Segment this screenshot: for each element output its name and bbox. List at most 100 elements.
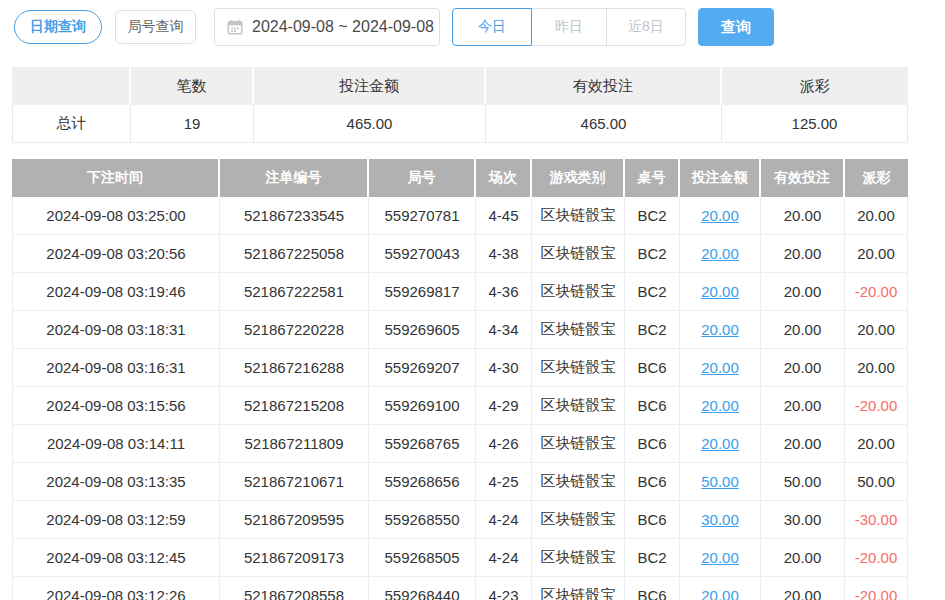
payout-cell: -20.00 [845, 577, 908, 600]
payout-cell: -20.00 [845, 539, 908, 577]
bet-amount-link[interactable]: 20.00 [701, 397, 739, 414]
valid-bet-cell: 20.00 [761, 273, 845, 311]
game-type-cell: 区块链骰宝 [532, 197, 625, 235]
bet-amount-link[interactable]: 20.00 [701, 359, 739, 376]
session-cell: 4-26 [476, 425, 532, 463]
search-button[interactable]: 查询 [698, 8, 774, 46]
session-cell: 4-24 [476, 539, 532, 577]
bet-amount-link[interactable]: 20.00 [701, 587, 739, 600]
valid-bet-cell: 20.00 [761, 539, 845, 577]
bet-amount-cell: 20.00 [680, 273, 761, 311]
session-cell: 4-23 [476, 577, 532, 600]
game-type-cell: 区块链骰宝 [532, 273, 625, 311]
payout-cell: 50.00 [845, 463, 908, 501]
last-8-days-button[interactable]: 近8日 [606, 8, 686, 46]
header-bet-amount: 投注金额 [680, 159, 761, 197]
bet-amount-cell: 20.00 [680, 349, 761, 387]
yesterday-button[interactable]: 昨日 [531, 8, 607, 46]
summary-header-count: 笔数 [131, 67, 254, 105]
toolbar: 日期查询 局号查询 2024-09-08 ~ 2024-09-08 今日 昨日 … [0, 0, 945, 46]
summary-total-label: 总计 [12, 105, 131, 143]
bet-amount-link[interactable]: 20.00 [701, 245, 739, 262]
valid-bet-cell: 20.00 [761, 387, 845, 425]
bet-time-cell: 2024-09-08 03:19:46 [12, 273, 220, 311]
bet-amount-cell: 50.00 [680, 463, 761, 501]
bet-id-cell: 521867216288 [220, 349, 369, 387]
bet-amount-cell: 20.00 [680, 235, 761, 273]
table-no-cell: BC2 [625, 273, 680, 311]
bet-amount-link[interactable]: 20.00 [701, 321, 739, 338]
session-cell: 4-36 [476, 273, 532, 311]
game-type-cell: 区块链骰宝 [532, 349, 625, 387]
bet-id-cell: 521867222581 [220, 273, 369, 311]
table-row: 2024-09-08 03:25:00521867233545559270781… [12, 197, 908, 235]
today-button[interactable]: 今日 [452, 8, 532, 46]
bet-id-cell: 521867208558 [220, 577, 369, 600]
header-round-id: 局号 [369, 159, 476, 197]
bet-id-cell: 521867209173 [220, 539, 369, 577]
date-query-tab[interactable]: 日期查询 [14, 10, 102, 44]
bet-amount-link[interactable]: 20.00 [701, 207, 739, 224]
payout-cell: 20.00 [845, 311, 908, 349]
bet-amount-cell: 20.00 [680, 197, 761, 235]
bet-amount-link[interactable]: 20.00 [701, 435, 739, 452]
payout-cell: 20.00 [845, 349, 908, 387]
valid-bet-cell: 30.00 [761, 501, 845, 539]
valid-bet-cell: 20.00 [761, 235, 845, 273]
bet-time-cell: 2024-09-08 03:25:00 [12, 197, 220, 235]
bet-amount-link[interactable]: 50.00 [701, 473, 739, 490]
header-game-type: 游戏类别 [532, 159, 625, 197]
bet-time-cell: 2024-09-08 03:12:59 [12, 501, 220, 539]
header-bet-id: 注单编号 [220, 159, 369, 197]
bet-amount-link[interactable]: 30.00 [701, 511, 739, 528]
summary-header-row: 笔数 投注金额 有效投注 派彩 [12, 67, 908, 105]
bet-id-cell: 521867211809 [220, 425, 369, 463]
summary-total-bet-amount: 465.00 [254, 105, 486, 143]
bet-amount-link[interactable]: 20.00 [701, 549, 739, 566]
table-no-cell: BC6 [625, 387, 680, 425]
table-no-cell: BC2 [625, 197, 680, 235]
date-range-input[interactable]: 2024-09-08 ~ 2024-09-08 [214, 8, 440, 46]
header-payout: 派彩 [845, 159, 908, 197]
table-row: 2024-09-08 03:13:35521867210671559268656… [12, 463, 908, 501]
round-id-cell: 559268550 [369, 501, 476, 539]
valid-bet-cell: 20.00 [761, 349, 845, 387]
bet-id-cell: 521867210671 [220, 463, 369, 501]
summary-total-valid-bet: 465.00 [486, 105, 722, 143]
summary-total-row: 总计 19 465.00 465.00 125.00 [12, 105, 908, 143]
bet-id-cell: 521867220228 [220, 311, 369, 349]
round-id-cell: 559269605 [369, 311, 476, 349]
table-row: 2024-09-08 03:12:59521867209595559268550… [12, 501, 908, 539]
bet-table-header-row: 下注时间 注单编号 局号 场次 游戏类别 桌号 投注金额 有效投注 派彩 [12, 159, 908, 197]
valid-bet-cell: 20.00 [761, 311, 845, 349]
game-type-cell: 区块链骰宝 [532, 577, 625, 600]
table-no-cell: BC6 [625, 463, 680, 501]
table-row: 2024-09-08 03:20:56521867225058559270043… [12, 235, 908, 273]
payout-cell: -20.00 [845, 273, 908, 311]
session-cell: 4-24 [476, 501, 532, 539]
round-id-cell: 559268440 [369, 577, 476, 600]
round-query-tab[interactable]: 局号查询 [115, 10, 196, 44]
session-cell: 4-34 [476, 311, 532, 349]
summary-header-blank [12, 67, 131, 105]
table-no-cell: BC6 [625, 349, 680, 387]
bet-time-cell: 2024-09-08 03:15:56 [12, 387, 220, 425]
table-row: 2024-09-08 03:19:46521867222581559269817… [12, 273, 908, 311]
bet-amount-cell: 20.00 [680, 387, 761, 425]
table-no-cell: BC2 [625, 539, 680, 577]
table-row: 2024-09-08 03:16:31521867216288559269207… [12, 349, 908, 387]
session-cell: 4-30 [476, 349, 532, 387]
bet-amount-cell: 20.00 [680, 425, 761, 463]
quick-range-group: 今日 昨日 近8日 [452, 8, 686, 46]
header-bet-time: 下注时间 [12, 159, 220, 197]
round-id-cell: 559268656 [369, 463, 476, 501]
table-no-cell: BC6 [625, 577, 680, 600]
bet-amount-cell: 30.00 [680, 501, 761, 539]
bet-time-cell: 2024-09-08 03:12:26 [12, 577, 220, 600]
bet-id-cell: 521867209595 [220, 501, 369, 539]
round-id-cell: 559268765 [369, 425, 476, 463]
round-id-cell: 559270043 [369, 235, 476, 273]
header-valid-bet: 有效投注 [761, 159, 845, 197]
bet-amount-link[interactable]: 20.00 [701, 283, 739, 300]
summary-table: 笔数 投注金额 有效投注 派彩 总计 19 465.00 465.00 125.… [12, 67, 908, 143]
